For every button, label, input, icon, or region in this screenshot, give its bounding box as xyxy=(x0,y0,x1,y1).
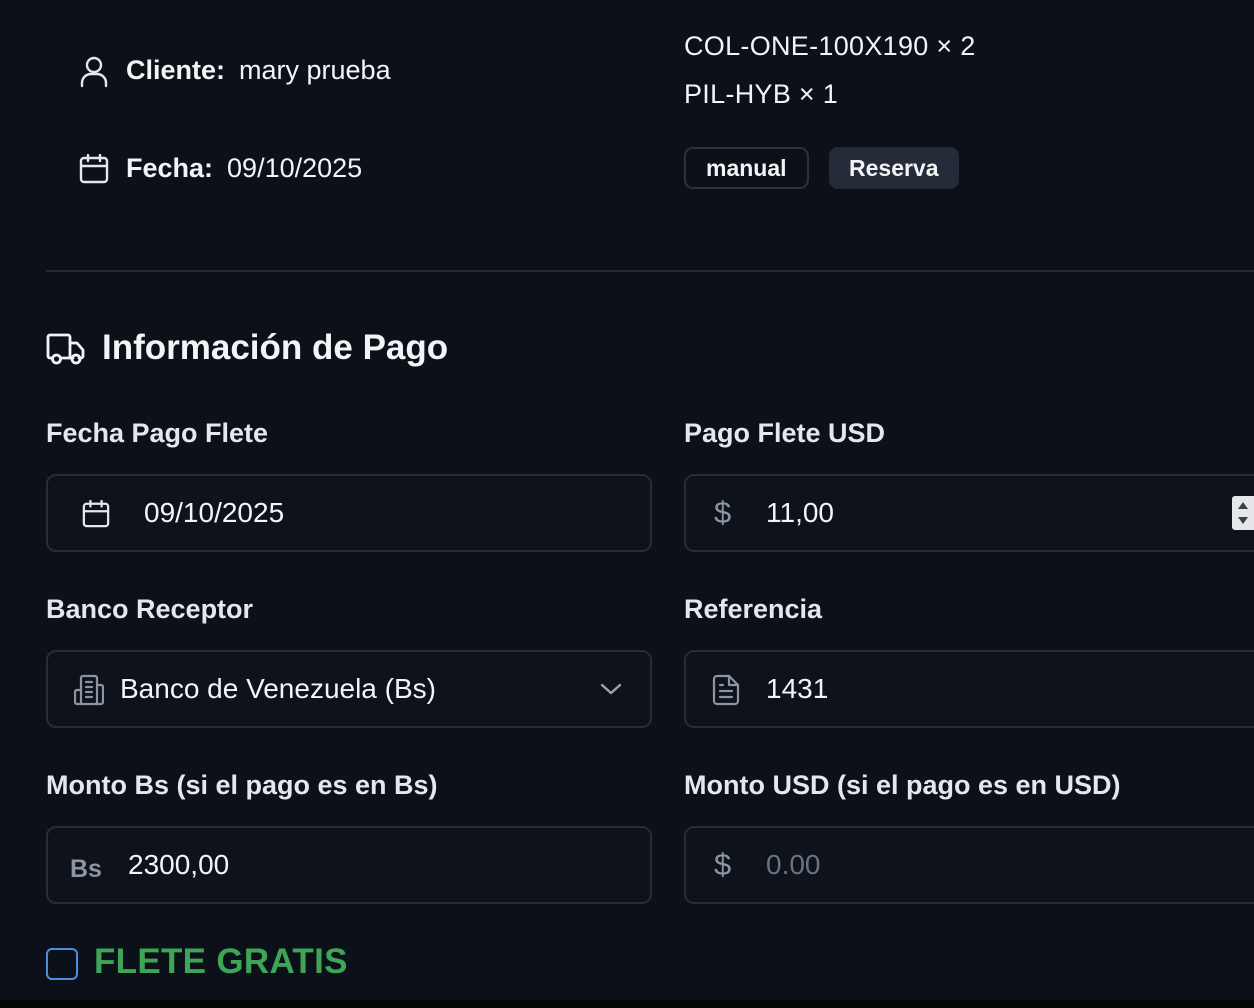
fecha-pago-flete-label: Fecha Pago Flete xyxy=(46,418,269,448)
bottom-edge xyxy=(0,1000,1254,1008)
dollar-icon: $ xyxy=(714,847,732,882)
monto-bs-label: Monto Bs (si el pago es en Bs) xyxy=(46,770,438,800)
client-label: Cliente: xyxy=(126,55,226,85)
flete-gratis-checkbox[interactable] xyxy=(46,948,78,980)
referencia-label: Referencia xyxy=(684,594,823,624)
client-value: mary prueba xyxy=(239,55,391,85)
status-badge: Reserva xyxy=(829,147,959,189)
fecha-pago-flete-input[interactable]: 09/10/2025 xyxy=(46,474,652,552)
pago-flete-usd-input[interactable]: $ 11,00 xyxy=(684,474,1254,552)
user-icon xyxy=(80,56,108,88)
monto-bs-input[interactable]: Bs 2300,00 xyxy=(46,826,652,904)
building-icon xyxy=(74,674,104,706)
client-row: Cliente: mary prueba xyxy=(126,55,391,86)
banco-receptor-label: Banco Receptor xyxy=(46,594,254,624)
banco-receptor-select[interactable]: Banco de Venezuela (Bs) xyxy=(46,650,652,728)
bs-currency-icon: Bs xyxy=(70,855,102,883)
number-stepper[interactable] xyxy=(1232,496,1254,530)
document-icon xyxy=(712,674,740,706)
referencia-value: 1431 xyxy=(766,673,829,704)
date-value: 09/10/2025 xyxy=(227,153,363,183)
divider xyxy=(46,270,1254,272)
chevron-down-icon[interactable] xyxy=(600,682,622,696)
date-label: Fecha: xyxy=(126,153,214,183)
calendar-icon[interactable] xyxy=(82,500,110,528)
pago-flete-usd-value: 11,00 xyxy=(766,497,834,528)
dollar-icon: $ xyxy=(714,495,732,530)
referencia-input[interactable]: 1431 xyxy=(684,650,1254,728)
calendar-icon xyxy=(79,154,109,184)
source-badge: manual xyxy=(684,147,809,189)
monto-usd-label: Monto USD (si el pago es en USD) xyxy=(684,770,1121,800)
monto-usd-placeholder: 0.00 xyxy=(766,849,821,880)
order-detail-panel: Cliente: mary prueba Fecha: 09/10/2025 COL… xyxy=(0,0,1254,1008)
truck-icon xyxy=(46,332,86,366)
monto-usd-input[interactable]: $ 0.00 xyxy=(684,826,1254,904)
date-row: Fecha: 09/10/2025 xyxy=(126,153,362,184)
product-line: COL-ONE-100X190 × 2 xyxy=(684,31,976,61)
product-line: PIL-HYB × 1 xyxy=(684,79,839,109)
pago-flete-usd-label: Pago Flete USD xyxy=(684,418,886,448)
banco-receptor-value: Banco de Venezuela (Bs) xyxy=(120,673,436,704)
flete-gratis-label[interactable]: FLETE GRATIS xyxy=(94,942,348,982)
monto-bs-value: 2300,00 xyxy=(128,849,230,880)
section-title: Información de Pago xyxy=(102,328,449,367)
fecha-pago-flete-value: 09/10/2025 xyxy=(144,497,285,528)
